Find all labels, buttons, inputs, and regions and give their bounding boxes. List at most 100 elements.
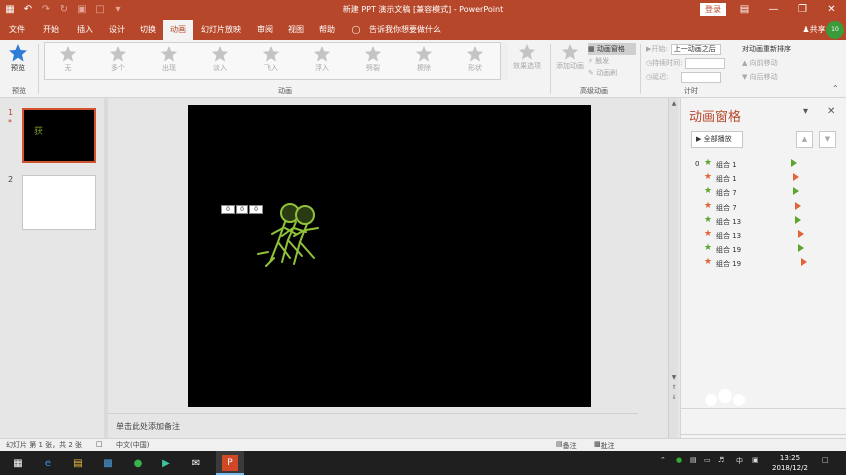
minimize-icon[interactable]: — (759, 0, 788, 20)
previous-slide-icon[interactable]: ⇑ (670, 384, 678, 392)
notes-placeholder: 单击此处添加备注 (116, 422, 180, 431)
scroll-up-icon[interactable]: ▲ (670, 100, 678, 108)
tray-up-arrow-icon[interactable]: ⌃ (660, 456, 666, 464)
animation-order-tag[interactable]: 0 (236, 205, 248, 214)
effect-options-icon (518, 43, 536, 60)
move-up-button[interactable]: ▲ (796, 131, 813, 148)
add-animation-button[interactable]: 添加动画 (555, 43, 585, 71)
ime-mode-icon[interactable]: ▣ (752, 456, 759, 464)
windows-start-icon[interactable]: ▦ (10, 455, 26, 471)
animation-split[interactable]: 劈裂 (350, 45, 396, 73)
animation-label: 多个 (111, 64, 125, 72)
collapse-ribbon-icon[interactable]: ⌃ (832, 84, 839, 93)
list-item[interactable]: ★ 组合 19 (695, 257, 835, 271)
spellcheck-icon[interactable]: □ (96, 440, 103, 448)
file-explorer-icon[interactable]: ▤ (70, 455, 86, 471)
avatar[interactable]: 10 (826, 21, 844, 39)
animation-none[interactable]: 无 (45, 45, 91, 73)
slide-thumbnail-1[interactable]: 获 (22, 108, 96, 163)
tell-me-search[interactable]: 告诉我你想要做什么 (364, 20, 446, 40)
play-all-button[interactable]: ▶ 全部播放 (691, 131, 743, 148)
star-icon (262, 45, 280, 62)
move-down-button[interactable]: ▼ (819, 131, 836, 148)
notes-button[interactable]: ▤ 备注 (556, 440, 577, 450)
share-button[interactable]: ♟共享 (800, 20, 828, 40)
ribbon-divider (38, 44, 39, 94)
animation-float-in[interactable]: 浮入 (299, 45, 345, 73)
animation-appear[interactable]: 出现 (146, 45, 192, 73)
language-status[interactable]: 中文(中国) (116, 440, 149, 450)
edge-browser-icon[interactable]: e (40, 455, 56, 471)
mail-icon[interactable]: ✉ (188, 455, 204, 471)
battery-icon[interactable]: ▭ (704, 456, 711, 464)
preview-button[interactable]: 预览 (4, 43, 32, 73)
tab-transitions[interactable]: 切换 (135, 20, 161, 40)
star-icon (59, 45, 77, 62)
list-item[interactable]: ★ 组合 13 (695, 229, 835, 243)
timeline-marker-icon (791, 159, 797, 167)
app-green-icon[interactable]: ● (130, 455, 146, 471)
list-item[interactable]: 0 ★ 组合 1 (695, 158, 835, 172)
title-bar: ▦ ↶ ↷ ↻ ▣ □ ▾ 新建 PPT 演示文稿 [兼容模式] - Power… (0, 0, 846, 20)
close-icon[interactable]: ✕ (817, 0, 846, 20)
scroll-down-icon[interactable]: ▼ (670, 374, 678, 382)
duration-label: 持续时间: (652, 59, 683, 67)
animation-name: 组合 13 (716, 217, 742, 226)
start-select[interactable]: 上一动画之后 (670, 43, 721, 55)
animation-fly-in[interactable]: 飞入 (248, 45, 294, 73)
slide-scrollbar[interactable]: ▲ ▼ ⇑ ⇓ (668, 98, 678, 438)
ime-indicator[interactable]: 中 (736, 456, 743, 466)
ribbon-tabs: 文件 开始 插入 设计 切换 动画 幻灯片放映 审阅 视图 帮助 ◯ 告诉我你想… (0, 20, 846, 40)
login-button[interactable]: 登录 (700, 3, 726, 16)
network-icon[interactable]: ▤ (690, 456, 697, 464)
taskbar-clock[interactable]: 13:25 2018/12/2 (770, 453, 810, 473)
notification-icon[interactable]: □ (822, 456, 829, 464)
slide-canvas[interactable]: 0 0 0 (188, 105, 591, 407)
animation-shape[interactable]: 形状 (452, 45, 498, 73)
animation-name: 组合 13 (716, 231, 742, 240)
move-later-button[interactable]: ▼ 向后移动 (742, 70, 802, 84)
ribbon-display-options-icon[interactable]: ▤ (730, 0, 759, 20)
notes-pane[interactable]: 单击此处添加备注 (108, 413, 638, 438)
list-item[interactable]: ★ 组合 1 (695, 172, 835, 186)
volume-icon[interactable]: ♬ (718, 456, 724, 464)
tab-file[interactable]: 文件 (4, 20, 30, 40)
tab-animations[interactable]: 动画 (163, 20, 193, 40)
slide-thumbnail-2[interactable] (22, 175, 96, 230)
effect-options-button[interactable]: 效果选项 (512, 43, 542, 71)
animation-order-tag[interactable]: 0 (221, 205, 235, 214)
tab-help[interactable]: 帮助 (314, 20, 340, 40)
move-earlier-button[interactable]: ▲ 向前移动 (742, 56, 802, 70)
delay-input[interactable] (681, 71, 722, 83)
star-icon (211, 45, 229, 62)
comments-button[interactable]: ▩ 批注 (594, 440, 615, 450)
store-icon[interactable]: ▩ (100, 455, 116, 471)
list-item[interactable]: ★ 组合 7 (695, 201, 835, 215)
list-item[interactable]: ★ 组合 13 (695, 215, 835, 229)
tray-app-icon[interactable]: ● (676, 456, 682, 464)
animation-multiple[interactable]: 多个 (95, 45, 141, 73)
list-item[interactable]: ★ 组合 7 (695, 186, 835, 200)
close-pane-icon[interactable]: ✕ (827, 106, 835, 117)
next-slide-icon[interactable]: ⇓ (670, 394, 678, 402)
animation-fade[interactable]: 淡入 (197, 45, 243, 73)
tab-view[interactable]: 视图 (283, 20, 309, 40)
powerpoint-taskbar-button[interactable]: P (216, 451, 244, 475)
media-player-icon[interactable]: ▶ (158, 455, 174, 471)
tab-slideshow[interactable]: 幻灯片放映 (198, 20, 244, 40)
list-item[interactable]: ★ 组合 19 (695, 243, 835, 257)
tab-home[interactable]: 开始 (38, 20, 64, 40)
trigger-button[interactable]: ⚡ 触发 (588, 55, 636, 67)
pane-options-icon[interactable]: ▾ (803, 106, 808, 117)
tab-review[interactable]: 审阅 (252, 20, 278, 40)
animation-order-tag[interactable]: 0 (249, 205, 263, 214)
animation-wipe[interactable]: 擦除 (401, 45, 447, 73)
tab-insert[interactable]: 插入 (72, 20, 98, 40)
restore-icon[interactable]: ❐ (788, 0, 817, 20)
gallery-scrollbar[interactable] (500, 42, 508, 80)
animation-pane-button[interactable]: ▦ 动画窗格 (588, 43, 636, 55)
timeline-marker-icon (793, 187, 799, 196)
animation-painter-button[interactable]: ✎ 动画刷 (588, 67, 636, 79)
duration-input[interactable] (685, 57, 726, 69)
tab-design[interactable]: 设计 (104, 20, 130, 40)
